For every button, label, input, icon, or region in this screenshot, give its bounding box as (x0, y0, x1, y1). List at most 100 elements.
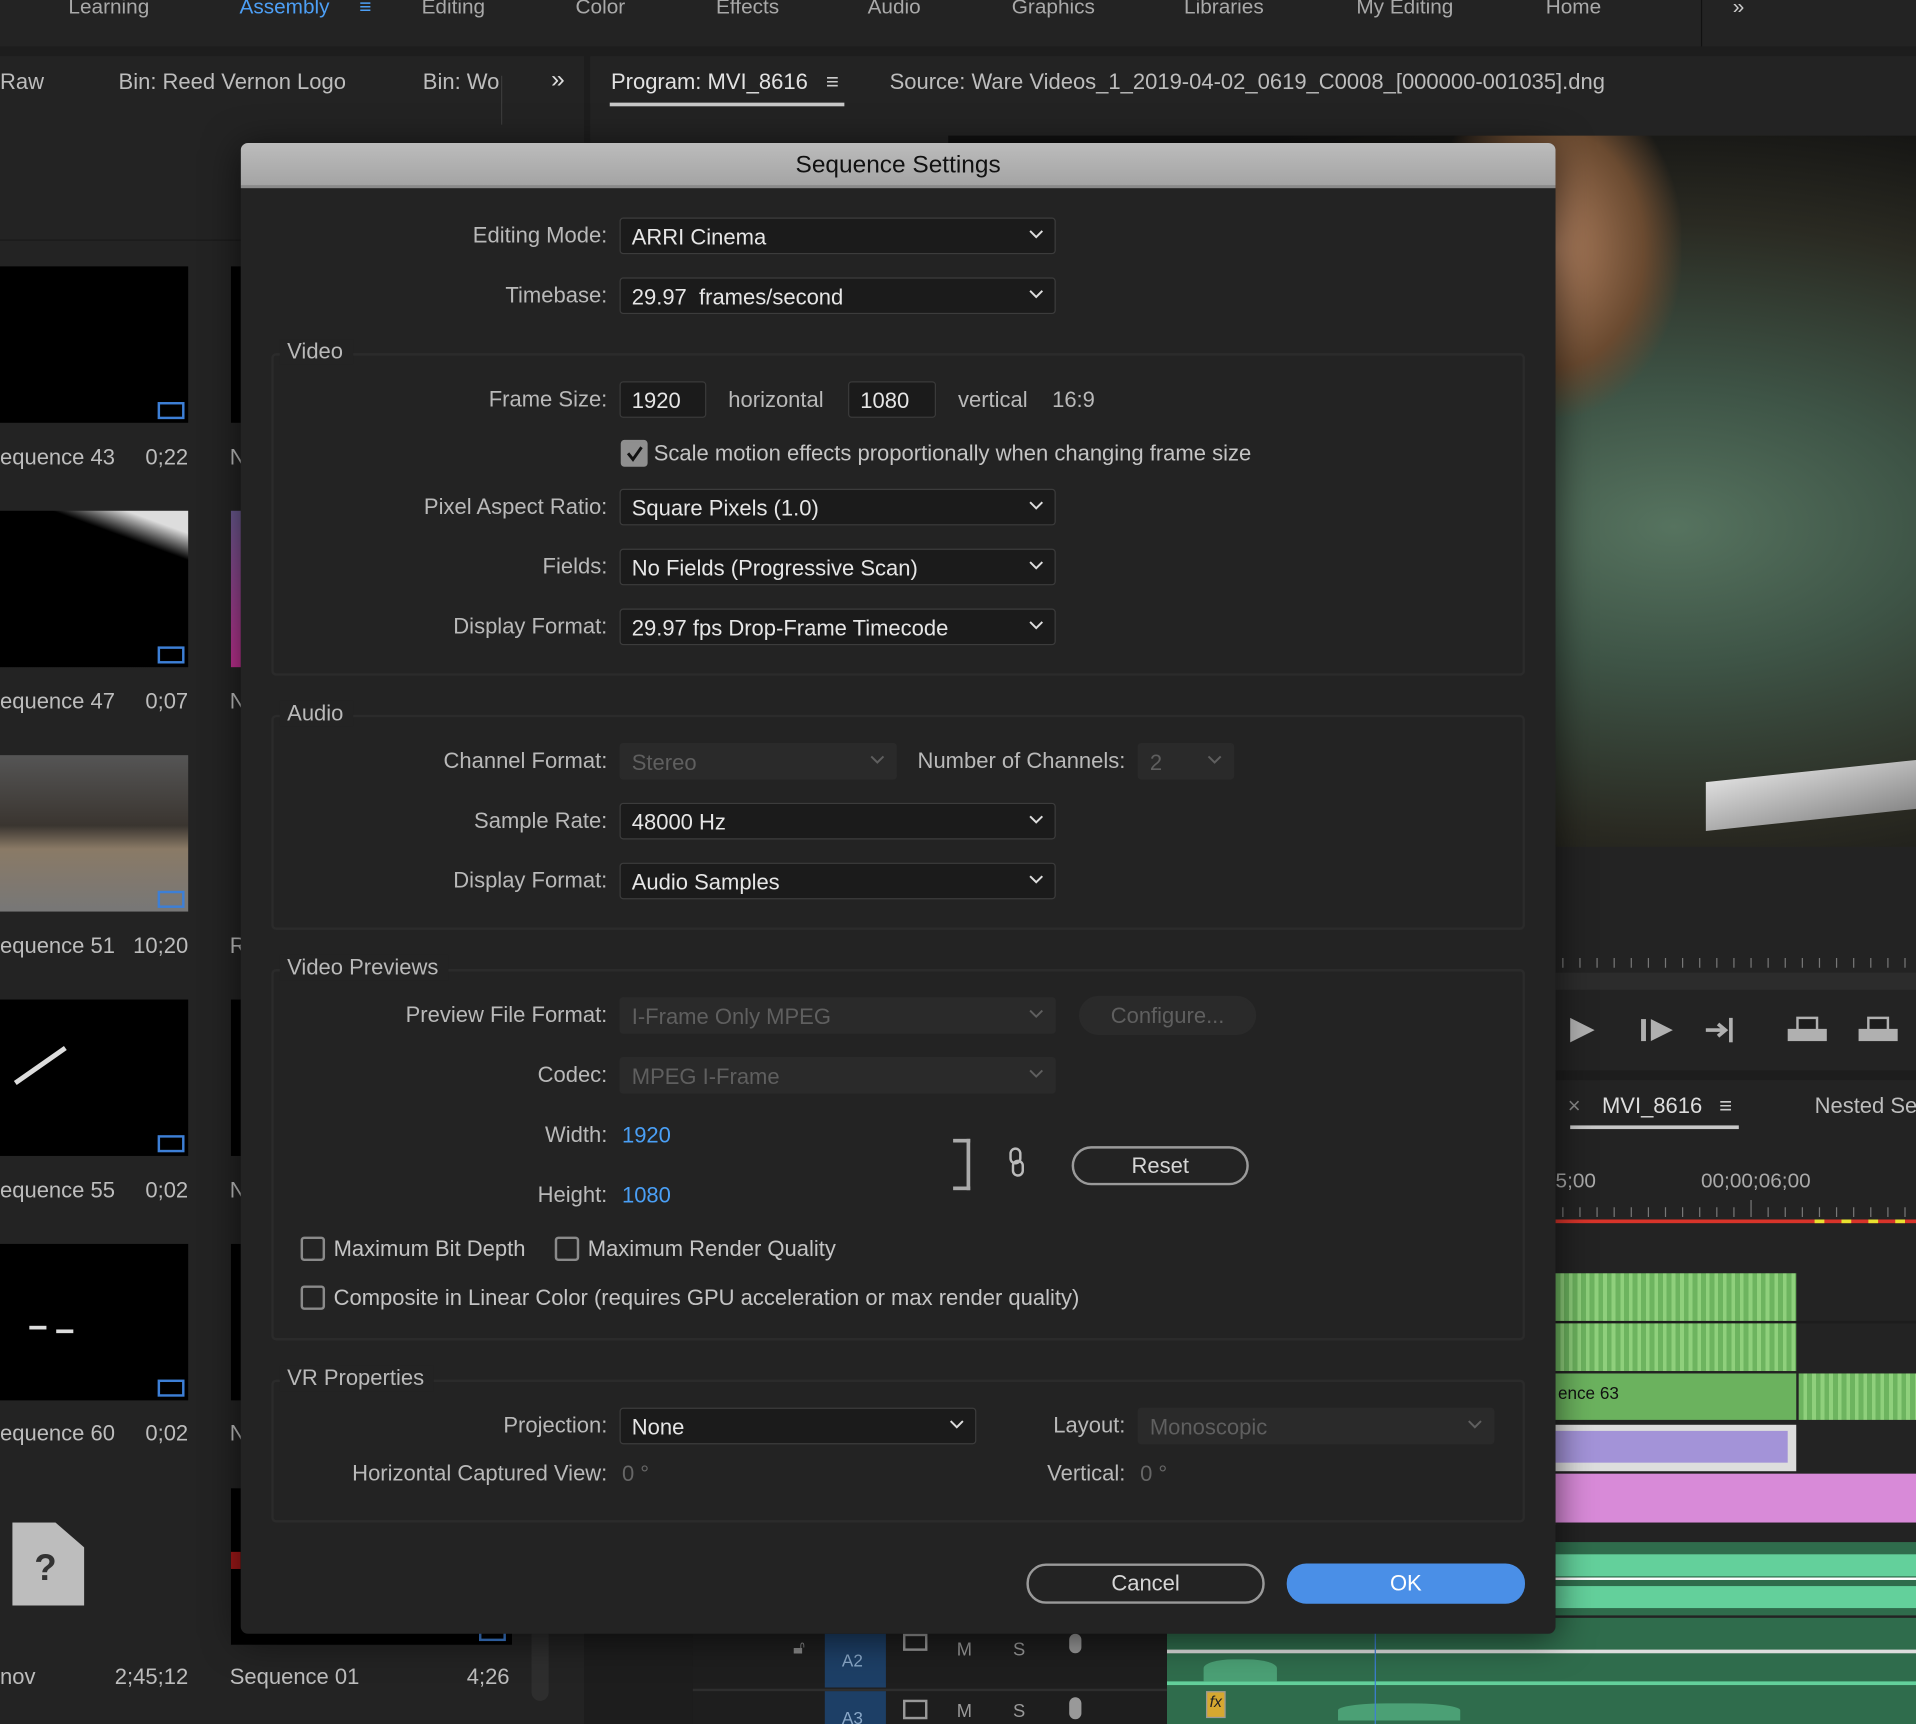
go-to-out-icon[interactable] (1705, 1017, 1733, 1043)
chevron-down-icon (1029, 621, 1044, 630)
dropdown-value: 29.97 frames/second (631, 284, 844, 310)
audio-display-format-dropdown[interactable]: Audio Samples (619, 862, 1056, 900)
workspace-tab-home[interactable]: Home (1546, 0, 1601, 20)
dropdown-value: MPEG I-Frame (631, 1064, 780, 1089)
bin-thumbnail[interactable] (0, 266, 189, 423)
extract-icon[interactable] (1858, 1016, 1898, 1042)
tab-nested-sequence[interactable]: Nested Se (1815, 1094, 1916, 1118)
dropdown-value: Stereo (631, 750, 697, 775)
sync-lock-icon[interactable] (903, 1633, 928, 1651)
editing-mode-dropdown[interactable]: ARRI Cinema (619, 217, 1056, 255)
fields-dropdown[interactable]: No Fields (Progressive Scan) (619, 548, 1056, 586)
tab-raw[interactable]: Raw (0, 70, 44, 94)
step-forward-icon[interactable] (1641, 1019, 1673, 1042)
video-display-format-dropdown[interactable]: 29.97 fps Drop-Frame Timecode (619, 608, 1056, 646)
bin-thumbnail[interactable] (0, 999, 189, 1156)
chevron-down-icon (1029, 561, 1044, 570)
panel-menu-icon[interactable]: ≡ (826, 70, 839, 94)
audio-clip[interactable]: fx (1166, 1617, 1916, 1724)
tab-bin-wo[interactable]: Bin: Wo (423, 70, 500, 94)
tab-bin-reed-vernon-logo[interactable]: Bin: Reed Vernon Logo (119, 70, 346, 94)
workspace-menu-icon[interactable]: ≡ (359, 0, 371, 20)
number-of-channels-dropdown[interactable]: 2 (1137, 742, 1235, 780)
lift-icon[interactable] (1787, 1016, 1827, 1042)
lock-icon[interactable]: 🔓︎ (793, 1636, 805, 1660)
cancel-button[interactable]: Cancel (1026, 1563, 1265, 1604)
dialog-title-bar[interactable]: Sequence Settings (240, 142, 1556, 189)
link-icon[interactable] (1007, 1146, 1027, 1180)
nested-sequence-clip[interactable]: ence 63 (1555, 1373, 1797, 1420)
adjustment-clip[interactable] (1555, 1473, 1916, 1525)
playback-scrubber[interactable] (1555, 972, 1916, 990)
configure-button[interactable]: Configure... (1078, 995, 1257, 1035)
ok-button[interactable]: OK (1286, 1563, 1525, 1604)
waveform (1555, 1586, 1916, 1609)
workspace-tab-audio[interactable]: Audio (868, 0, 921, 20)
layout-dropdown[interactable]: Monoscopic (1137, 1407, 1495, 1445)
playhead[interactable] (1374, 1617, 1376, 1724)
workspace-tab-learning[interactable]: Learning (68, 0, 149, 20)
divider (500, 75, 503, 125)
sample-rate-dropdown[interactable]: 48000 Hz (619, 802, 1056, 840)
more-workspaces-icon[interactable]: » (1733, 0, 1745, 20)
fx-badge[interactable]: fx (1206, 1691, 1226, 1719)
solo-button[interactable]: S (1013, 1700, 1025, 1724)
track-target-a2[interactable]: A2 (824, 1633, 886, 1688)
chevron-down-icon (1029, 1009, 1044, 1019)
more-tabs-icon[interactable]: » (551, 67, 565, 91)
scale-motion-label[interactable]: Scale motion effects proportionally when… (654, 441, 1251, 465)
workspace-tab-libraries[interactable]: Libraries (1184, 0, 1264, 20)
reset-button[interactable]: Reset (1071, 1146, 1249, 1186)
channel-format-dropdown[interactable]: Stereo (619, 742, 897, 780)
timeline-ruler[interactable] (1555, 1195, 1916, 1224)
audio-clip[interactable] (1555, 1542, 1916, 1616)
workspace-tab-assembly[interactable]: Assembly (240, 0, 330, 20)
microphone-icon[interactable] (1069, 1697, 1082, 1720)
dropdown-value: Square Pixels (1.0) (631, 496, 819, 521)
workspace-tab-graphics[interactable]: Graphics (1012, 0, 1095, 20)
mute-button[interactable]: M (957, 1700, 972, 1724)
tab-source-monitor[interactable]: Source: Ware Videos_1_2019-04-02_0619_C0… (890, 70, 1605, 94)
microphone-icon[interactable] (1069, 1633, 1082, 1654)
bin-item-duration: 0;07 (145, 689, 189, 714)
linear-color-checkbox[interactable] (300, 1285, 326, 1310)
frame-width-input[interactable]: 1920 (619, 381, 707, 418)
max-render-quality-label[interactable]: Maximum Render Quality (588, 1237, 836, 1261)
video-clip[interactable] (1798, 1373, 1916, 1420)
linear-color-label[interactable]: Composite in Linear Color (requires GPU … (334, 1285, 1080, 1309)
preview-height-value[interactable]: 1080 (622, 1183, 671, 1207)
playback-ruler[interactable] (1556, 941, 1916, 973)
graphic-clip[interactable] (1555, 1424, 1797, 1472)
solo-button[interactable]: S (1013, 1639, 1025, 1663)
dropdown-value: I-Frame Only MPEG (631, 1004, 831, 1029)
close-tab-icon[interactable]: × (1568, 1094, 1581, 1118)
chevron-down-icon (1029, 1069, 1044, 1078)
pixel-aspect-ratio-dropdown[interactable]: Square Pixels (1.0) (619, 488, 1056, 526)
bin-thumbnail[interactable] (0, 1243, 189, 1401)
workspace-tab-editing[interactable]: Editing (422, 0, 486, 20)
preview-file-format-dropdown[interactable]: I-Frame Only MPEG (619, 997, 1056, 1034)
mute-button[interactable]: M (957, 1639, 972, 1663)
codec-dropdown[interactable]: MPEG I-Frame (619, 1056, 1056, 1094)
panel-menu-icon[interactable]: ≡ (1719, 1094, 1732, 1118)
track-target-a3[interactable]: A3 (824, 1691, 886, 1724)
frame-height-input[interactable]: 1080 (848, 381, 937, 418)
sequence-icon (157, 402, 185, 420)
workspace-tab-color[interactable]: Color (576, 0, 626, 20)
tab-timeline-mvi-8616[interactable]: MVI_8616 (1602, 1094, 1702, 1118)
tab-program-monitor[interactable]: Program: MVI_8616 (611, 70, 808, 94)
max-render-quality-checkbox[interactable] (554, 1236, 580, 1262)
workspace-tab-my-editing[interactable]: My Editing (1356, 0, 1453, 20)
projection-dropdown[interactable]: None (619, 1407, 977, 1445)
max-bit-depth-label[interactable]: Maximum Bit Depth (334, 1237, 526, 1261)
bin-thumbnail[interactable] (0, 755, 189, 912)
play-icon[interactable] (1570, 1017, 1595, 1043)
preview-width-value[interactable]: 1920 (622, 1123, 671, 1147)
sync-lock-icon[interactable] (903, 1699, 928, 1720)
max-bit-depth-checkbox[interactable] (300, 1236, 326, 1262)
waveform (1203, 1659, 1277, 1682)
timebase-dropdown[interactable]: 29.97 frames/second (619, 277, 1056, 315)
workspace-tab-effects[interactable]: Effects (716, 0, 779, 20)
bin-thumbnail[interactable] (0, 510, 189, 668)
scale-motion-checkbox[interactable] (620, 439, 648, 467)
